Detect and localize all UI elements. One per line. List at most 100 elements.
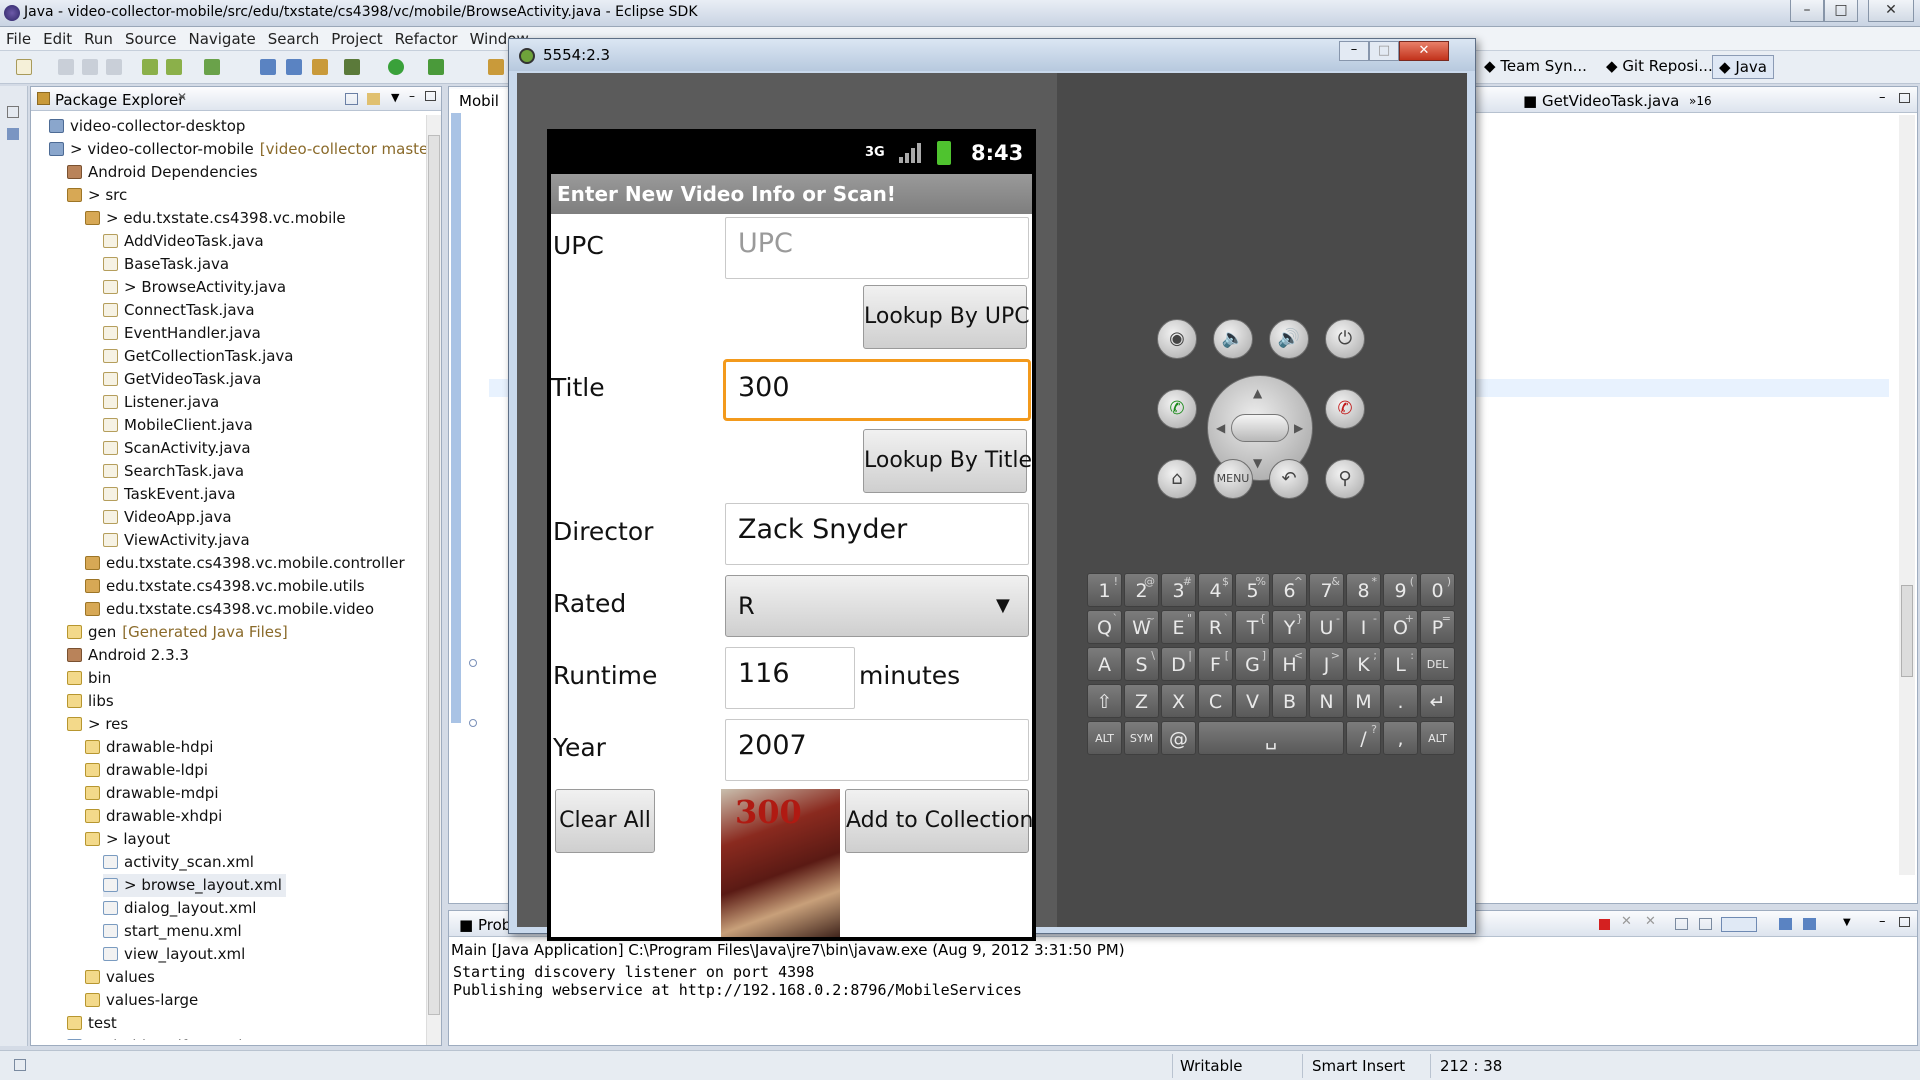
minimize-view-icon[interactable]: – <box>409 89 415 103</box>
package-explorer-title[interactable]: Package Explorer <box>55 91 184 109</box>
maximize-button[interactable]: □ <box>1824 0 1858 22</box>
add-to-collection-button[interactable]: Add to Collection <box>845 789 1032 853</box>
tab-getvideotask[interactable]: ■ GetVideoTask.java <box>1513 89 1689 113</box>
console-minimize-icon[interactable]: – <box>1879 914 1886 929</box>
tree-item[interactable]: TaskEvent.java <box>103 483 236 506</box>
menu-run[interactable]: Run <box>78 27 119 48</box>
perspective-git[interactable]: ◆ Git Reposi... <box>1606 57 1713 75</box>
run-icon[interactable] <box>388 59 404 75</box>
minimize-button[interactable]: – <box>1790 0 1824 22</box>
keyboard-key[interactable]: K; <box>1346 647 1381 681</box>
tree-item[interactable]: drawable-hdpi <box>85 736 213 759</box>
tab-mobile[interactable]: Mobil <box>449 89 510 113</box>
tree-item[interactable]: > BrowseActivity.java <box>103 276 286 299</box>
keyboard-key[interactable]: Z <box>1124 684 1159 718</box>
keyboard-key[interactable]: ALT <box>1087 721 1122 755</box>
keyboard-key[interactable]: L: <box>1383 647 1418 681</box>
runtime-input[interactable]: 116 <box>725 647 855 709</box>
close-button[interactable]: ✕ <box>1868 0 1914 22</box>
keyboard-key[interactable]: J > <box>1309 647 1344 681</box>
tree-item[interactable]: drawable-xhdpi <box>85 805 222 828</box>
collapse-all-icon[interactable] <box>345 93 358 105</box>
tree-item[interactable]: > src <box>67 184 127 207</box>
remove-all-icon[interactable]: ✕ <box>1645 914 1656 929</box>
new-icon[interactable] <box>16 59 32 75</box>
tree-item[interactable]: edu.txstate.cs4398.vc.mobile.video <box>85 598 374 621</box>
keyboard-key[interactable]: X <box>1161 684 1196 718</box>
keyboard-key[interactable]: H < <box>1272 647 1307 681</box>
tree-item[interactable]: MobileClient.java <box>103 414 253 437</box>
keyboard-key[interactable]: D | <box>1161 647 1196 681</box>
menu-edit[interactable]: Edit <box>37 27 78 48</box>
tree-item[interactable]: BaseTask.java <box>103 253 229 276</box>
dpad-right-icon[interactable]: ▶ <box>1294 421 1303 435</box>
menu-source[interactable]: Source <box>119 27 183 48</box>
keyboard-key[interactable]: N <box>1309 684 1344 718</box>
emulator-close-button[interactable]: ✕ <box>1399 41 1449 61</box>
scroll-thumb[interactable] <box>428 135 440 1015</box>
title-input[interactable]: 300 <box>723 359 1031 421</box>
dpad-up-icon[interactable]: ▲ <box>1253 386 1262 400</box>
upc-input[interactable]: UPC <box>725 217 1029 279</box>
tree-item[interactable]: VideoApp.java <box>103 506 232 529</box>
search-button[interactable]: ⚲ <box>1325 459 1365 499</box>
tree-item[interactable]: ScanActivity.java <box>103 437 251 460</box>
keyboard-key[interactable]: ALT <box>1420 721 1455 755</box>
editor-maximize-icon[interactable] <box>1899 93 1910 103</box>
save-icon[interactable] <box>58 59 74 75</box>
save-all-icon[interactable] <box>82 59 98 75</box>
scroll-lock-icon[interactable] <box>1699 918 1712 930</box>
keyboard-key[interactable]: /? <box>1346 721 1381 755</box>
fast-view-icon[interactable] <box>14 1059 26 1071</box>
open-task-icon[interactable] <box>286 59 302 75</box>
camera-button[interactable]: ◉ <box>1157 319 1197 359</box>
editor-scroll-thumb[interactable] <box>1901 585 1913 677</box>
display-console-icon[interactable] <box>1803 918 1816 930</box>
console-menu-icon[interactable]: ▼ <box>1843 917 1851 928</box>
tree-item[interactable]: values <box>85 966 155 989</box>
open-console-icon[interactable] <box>1779 918 1792 930</box>
tree-item[interactable]: ViewActivity.java <box>103 529 250 552</box>
tree-item[interactable]: GetCollectionTask.java <box>103 345 294 368</box>
remove-launch-icon[interactable]: ✕ <box>1621 914 1632 929</box>
tree-item[interactable]: SearchTask.java <box>103 460 244 483</box>
tree-item[interactable]: ConnectTask.java <box>103 299 255 322</box>
keyboard-key[interactable]: SYM <box>1124 721 1159 755</box>
clear-all-button[interactable]: Clear All <box>555 789 655 853</box>
avd-manager-icon[interactable] <box>166 59 182 75</box>
tree-item[interactable]: > layout <box>85 828 170 851</box>
restore-icon[interactable] <box>7 106 19 118</box>
call-button[interactable]: ✆ <box>1157 389 1197 429</box>
tree-item[interactable]: > res <box>67 713 128 736</box>
year-input[interactable]: 2007 <box>725 719 1029 781</box>
fold-marker-icon[interactable] <box>469 719 477 727</box>
keyboard-key[interactable]: ⇧ <box>1087 684 1122 718</box>
debug-icon[interactable] <box>344 59 360 75</box>
back-button[interactable]: ↶ <box>1269 459 1309 499</box>
volume-down-button[interactable]: 🔈 <box>1213 319 1253 359</box>
keyboard-key[interactable]: B <box>1272 684 1307 718</box>
menu-project[interactable]: Project <box>325 27 388 48</box>
keyboard-key[interactable]: ␣ <box>1198 721 1344 755</box>
tree-item[interactable]: > browse_layout.xml <box>103 874 286 897</box>
menu-refactor[interactable]: Refactor <box>389 27 464 48</box>
close-view-icon[interactable]: ✕ <box>177 90 187 104</box>
perspective-java[interactable]: ◆ Java <box>1712 55 1774 79</box>
menu-file[interactable]: File <box>0 27 37 48</box>
rated-spinner[interactable]: R ▼ <box>725 575 1029 637</box>
tree-item[interactable]: dialog_layout.xml <box>103 897 256 920</box>
tree-item[interactable]: edu.txstate.cs4398.vc.mobile.utils <box>85 575 365 598</box>
tree-item[interactable]: > video-collector-mobile [video-collector… <box>49 138 426 161</box>
volume-up-button[interactable]: 🔊 <box>1269 319 1309 359</box>
keyboard-key[interactable]: A <box>1087 647 1122 681</box>
terminate-icon[interactable] <box>1599 919 1610 930</box>
tree-item[interactable]: activity_scan.xml <box>103 851 254 874</box>
emulator-maximize-button[interactable]: □ <box>1369 41 1399 61</box>
home-button[interactable]: ⌂ <box>1157 459 1197 499</box>
build-icon[interactable] <box>312 59 328 75</box>
menu-navigate[interactable]: Navigate <box>182 27 261 48</box>
tree-item[interactable]: drawable-ldpi <box>85 759 208 782</box>
keyboard-key[interactable]: S \ <box>1124 647 1159 681</box>
keyboard-key[interactable]: P = <box>1420 610 1455 644</box>
pin-console-icon[interactable] <box>1721 917 1757 932</box>
